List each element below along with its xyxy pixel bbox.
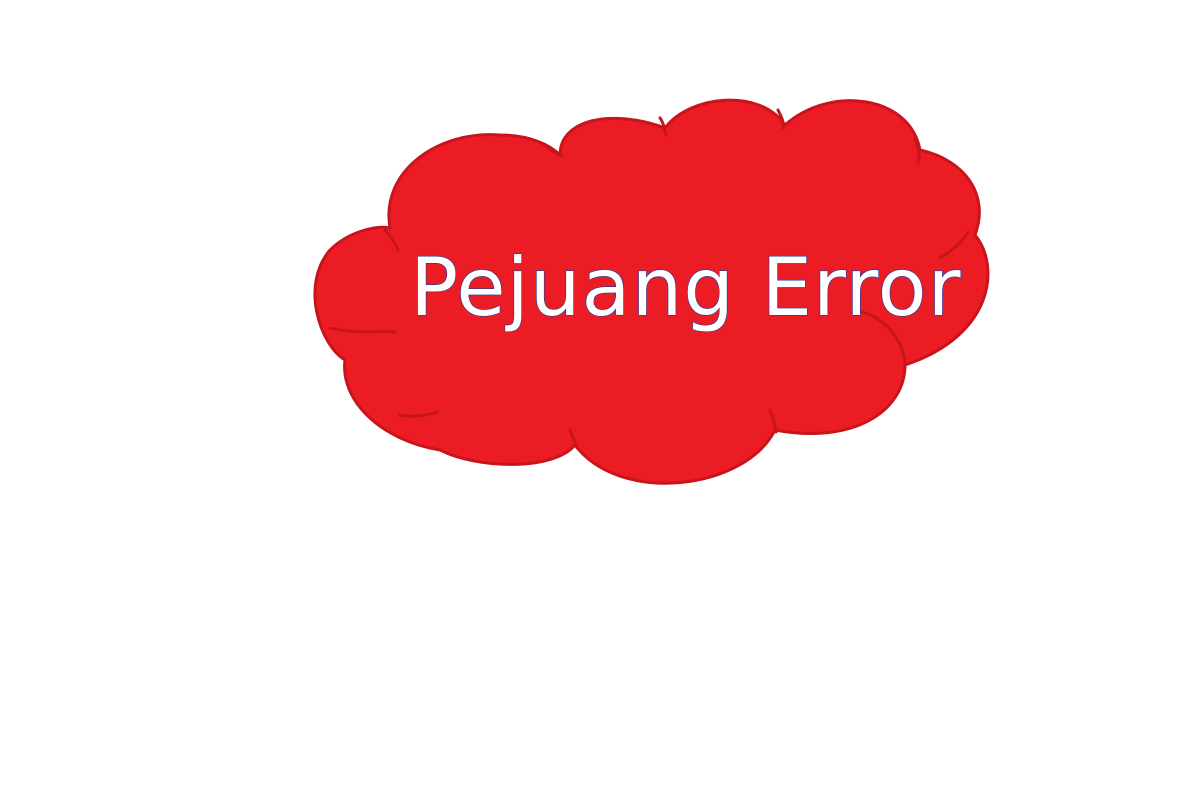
canvas: Pejuang Error xyxy=(0,0,1200,800)
logo-text: Pejuang Error xyxy=(410,241,961,334)
cloud-logo: Pejuang Error xyxy=(313,98,990,485)
